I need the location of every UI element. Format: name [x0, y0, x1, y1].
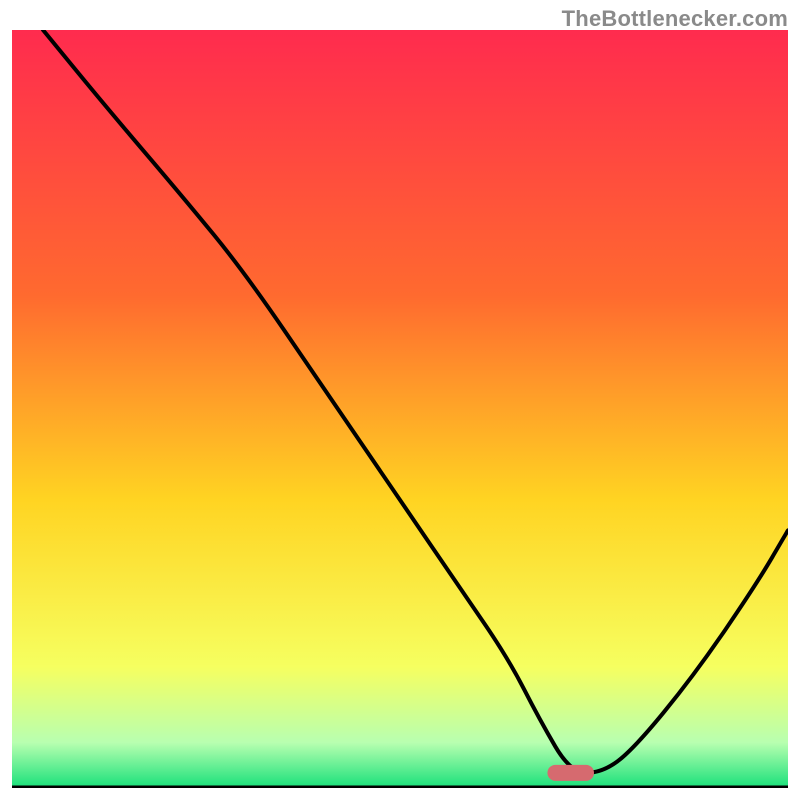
optimal-marker [547, 765, 594, 781]
gradient-background [12, 30, 788, 788]
chart-container: TheBottlenecker.com [0, 0, 800, 800]
attribution-label: TheBottlenecker.com [562, 6, 788, 32]
plot-area [12, 30, 788, 788]
chart-svg [12, 30, 788, 788]
